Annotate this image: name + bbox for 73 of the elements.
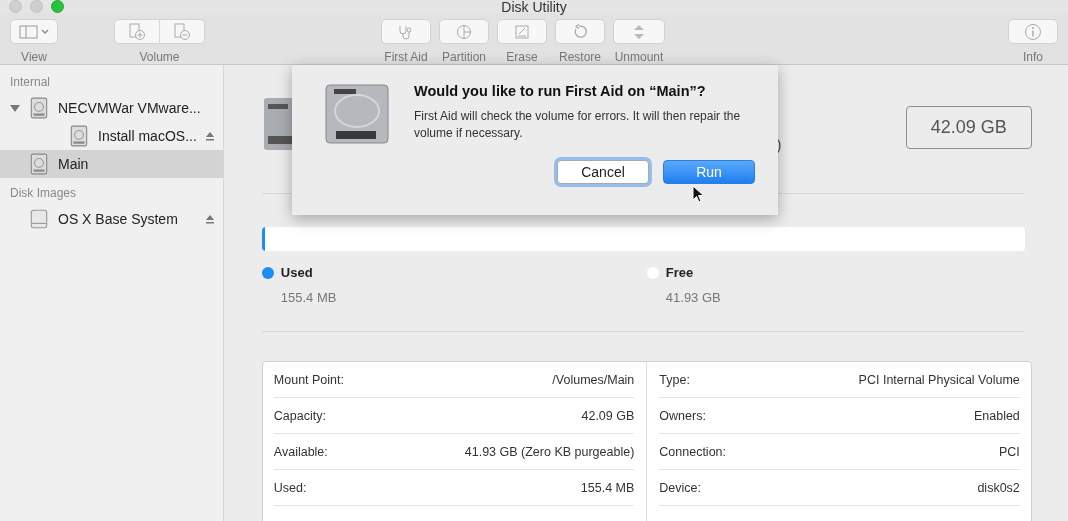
restore-icon: [572, 23, 588, 40]
info-label: Capacity:: [273, 408, 326, 423]
info-value: 42.09 GB: [581, 408, 635, 423]
toolbar-label: Unmount: [614, 50, 664, 64]
toolbar-label: Info: [1023, 50, 1043, 64]
hard-drive-icon: [28, 97, 50, 119]
info-value: PCI Internal Physical Volume: [858, 372, 1020, 387]
unmount-icon: [633, 23, 645, 40]
legend-value: 155.4 MB: [279, 290, 338, 305]
info-value: 155.4 MB: [580, 480, 635, 495]
pie-icon: [456, 23, 472, 40]
toolbar-label: Restore: [559, 50, 601, 64]
add-volume-icon: [128, 22, 146, 41]
remove-volume-icon: [173, 22, 191, 41]
cancel-button[interactable]: Cancel: [557, 159, 649, 184]
toolbar-label: Erase: [506, 50, 538, 64]
legend-label: Used: [280, 265, 313, 280]
toolbar-button[interactable]: [613, 19, 665, 44]
toolbar-button[interactable]: [159, 19, 205, 44]
info-label: Mount Point:: [273, 372, 344, 387]
sidebar-item[interactable]: OS X Base System: [0, 205, 223, 233]
legend-value: 41.93 GB: [664, 290, 722, 305]
toolbar-label: Volume: [139, 50, 180, 64]
sidebar-item[interactable]: Install macOS...: [0, 122, 223, 150]
toolbar-button[interactable]: [381, 19, 431, 44]
info-icon: [1024, 22, 1042, 41]
toolbar-label: Partition: [442, 50, 486, 64]
eject-icon[interactable]: [204, 214, 215, 224]
hard-drive-icon: [68, 125, 90, 147]
toolbar-label: View: [21, 50, 47, 64]
toolbar-label: First Aid: [384, 50, 428, 64]
hard-drive-icon: [28, 153, 50, 175]
disk-image-icon: [28, 208, 50, 230]
info-value: disk0s2: [977, 480, 1020, 495]
disclosure-icon[interactable]: [10, 103, 20, 113]
info-label: Available:: [273, 444, 328, 459]
item-name: Main: [58, 156, 90, 172]
section-header: Disk Images: [9, 186, 78, 200]
window-title: Disk Utility: [501, 0, 567, 15]
sidebar-item[interactable]: NECVMWar VMware...: [0, 94, 223, 122]
toolbar-button[interactable]: [10, 19, 58, 44]
info-label: Device:: [659, 480, 701, 495]
legend-label: Free: [665, 265, 694, 280]
sidebar-item[interactable]: Main: [0, 150, 223, 178]
info-label: Used:: [273, 480, 307, 495]
toolbar-button[interactable]: [1008, 19, 1058, 44]
info-value: Enabled: [973, 408, 1020, 423]
info-label: Connection:: [659, 444, 727, 459]
section-header: Internal: [9, 75, 52, 89]
stethoscope-icon: [397, 23, 415, 40]
dialog-message: First Aid will check the volume for errors. It will then repair the volume if necessary.: [414, 108, 742, 142]
hard-drive-icon: [324, 83, 390, 145]
dialog-title: Would you like to run First Aid on “Main”?: [414, 83, 707, 99]
capacity-label: 42.09 GB: [905, 105, 1032, 149]
sidebar-icon: [19, 24, 49, 39]
item-name: OS X Base System: [58, 211, 179, 227]
cursor-icon: [692, 185, 704, 203]
info-value: PCI: [998, 444, 1020, 459]
item-name: Install macOS...: [98, 128, 197, 144]
close-button[interactable]: [9, 0, 22, 13]
info-value: /Volumes/Main: [552, 372, 635, 387]
toolbar-button[interactable]: [497, 19, 547, 44]
info-label: Type:: [659, 372, 690, 387]
toolbar-button[interactable]: [439, 19, 489, 44]
item-name: NECVMWar VMware...: [58, 100, 202, 116]
toolbar-button[interactable]: [114, 19, 160, 44]
info-value: 41.93 GB (Zero KB purgeable): [464, 444, 635, 459]
zoom-button[interactable]: [51, 0, 64, 13]
minimize-button[interactable]: [30, 0, 43, 13]
toolbar-button[interactable]: [555, 19, 605, 44]
info-label: Owners:: [659, 408, 706, 423]
eject-icon[interactable]: [204, 131, 215, 141]
erase-icon: [514, 23, 530, 40]
